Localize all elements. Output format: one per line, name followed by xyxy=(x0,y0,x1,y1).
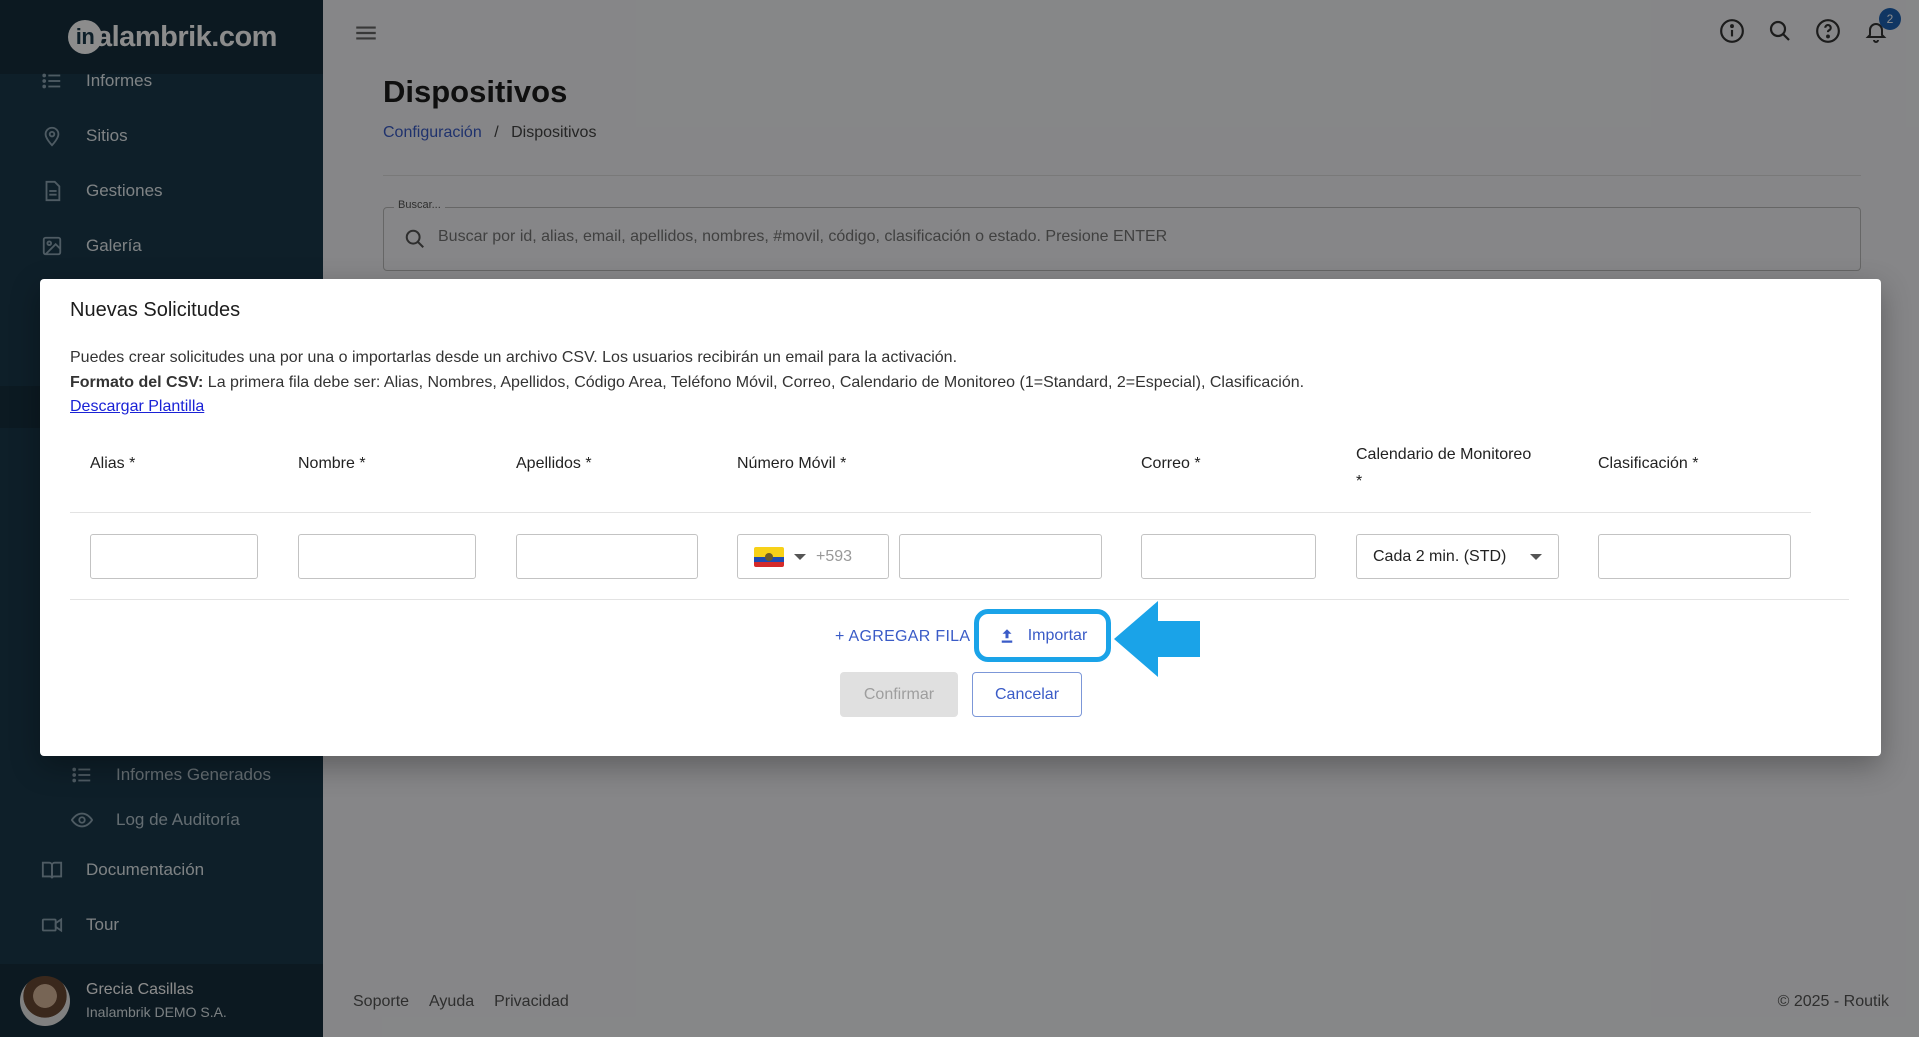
col-header-calendario-text: Calendario de Monitoreo xyxy=(1356,446,1532,463)
col-header-calendario: Calendario de Monitoreo * xyxy=(1356,441,1531,495)
ecuador-flag-icon xyxy=(754,546,784,567)
alias-input[interactable] xyxy=(90,534,258,579)
col-header-correo: Correo * xyxy=(1141,455,1201,472)
calendario-select[interactable]: Cada 2 min. (STD) xyxy=(1356,534,1559,579)
col-header-alias: Alias * xyxy=(90,455,136,472)
nombre-input[interactable] xyxy=(298,534,476,579)
apellidos-input[interactable] xyxy=(516,534,698,579)
confirm-button[interactable]: Confirmar xyxy=(840,672,958,717)
calendario-value: Cada 2 min. (STD) xyxy=(1373,547,1507,565)
dialog-title: Nuevas Solicitudes xyxy=(70,299,241,321)
phone-code: +593 xyxy=(816,547,853,565)
col-header-numero-movil: Número Móvil * xyxy=(737,455,847,472)
clasificacion-input[interactable] xyxy=(1598,534,1791,579)
col-header-calendario-required: * xyxy=(1356,473,1363,490)
phone-number-input[interactable] xyxy=(899,534,1102,579)
header-divider xyxy=(70,512,1811,513)
col-header-apellidos: Apellidos * xyxy=(516,455,592,472)
download-template-link[interactable]: Descargar Plantilla xyxy=(70,398,204,415)
cancel-button[interactable]: Cancelar xyxy=(972,672,1082,717)
csv-format-label: Formato del CSV: xyxy=(70,373,204,391)
upload-icon xyxy=(1001,628,1012,643)
add-row-button[interactable]: + AGREGAR FILA xyxy=(835,628,970,646)
col-header-nombre: Nombre * xyxy=(298,455,366,472)
dialog-description: Puedes crear solicitudes una por una o i… xyxy=(70,346,1304,420)
country-code-select[interactable]: +593 xyxy=(737,534,889,579)
dialog-intro: Puedes crear solicitudes una por una o i… xyxy=(70,349,958,366)
import-label: Importar xyxy=(1027,626,1088,644)
csv-format-text: La primera fila debe ser: Alias, Nombres… xyxy=(203,373,1305,391)
col-header-clasificacion: Clasificación * xyxy=(1598,455,1699,472)
new-requests-dialog: Nuevas Solicitudes Puedes crear solicitu… xyxy=(40,279,1881,756)
row-divider xyxy=(70,599,1849,600)
import-button[interactable]: Importar xyxy=(974,609,1111,662)
csv-format-info: Formato del CSV: La primera fila debe se… xyxy=(70,371,1304,396)
correo-input[interactable] xyxy=(1141,534,1316,579)
arrow-pointer-icon xyxy=(1114,601,1200,677)
chevron-down-icon xyxy=(1530,553,1542,560)
chevron-down-icon xyxy=(794,553,806,560)
